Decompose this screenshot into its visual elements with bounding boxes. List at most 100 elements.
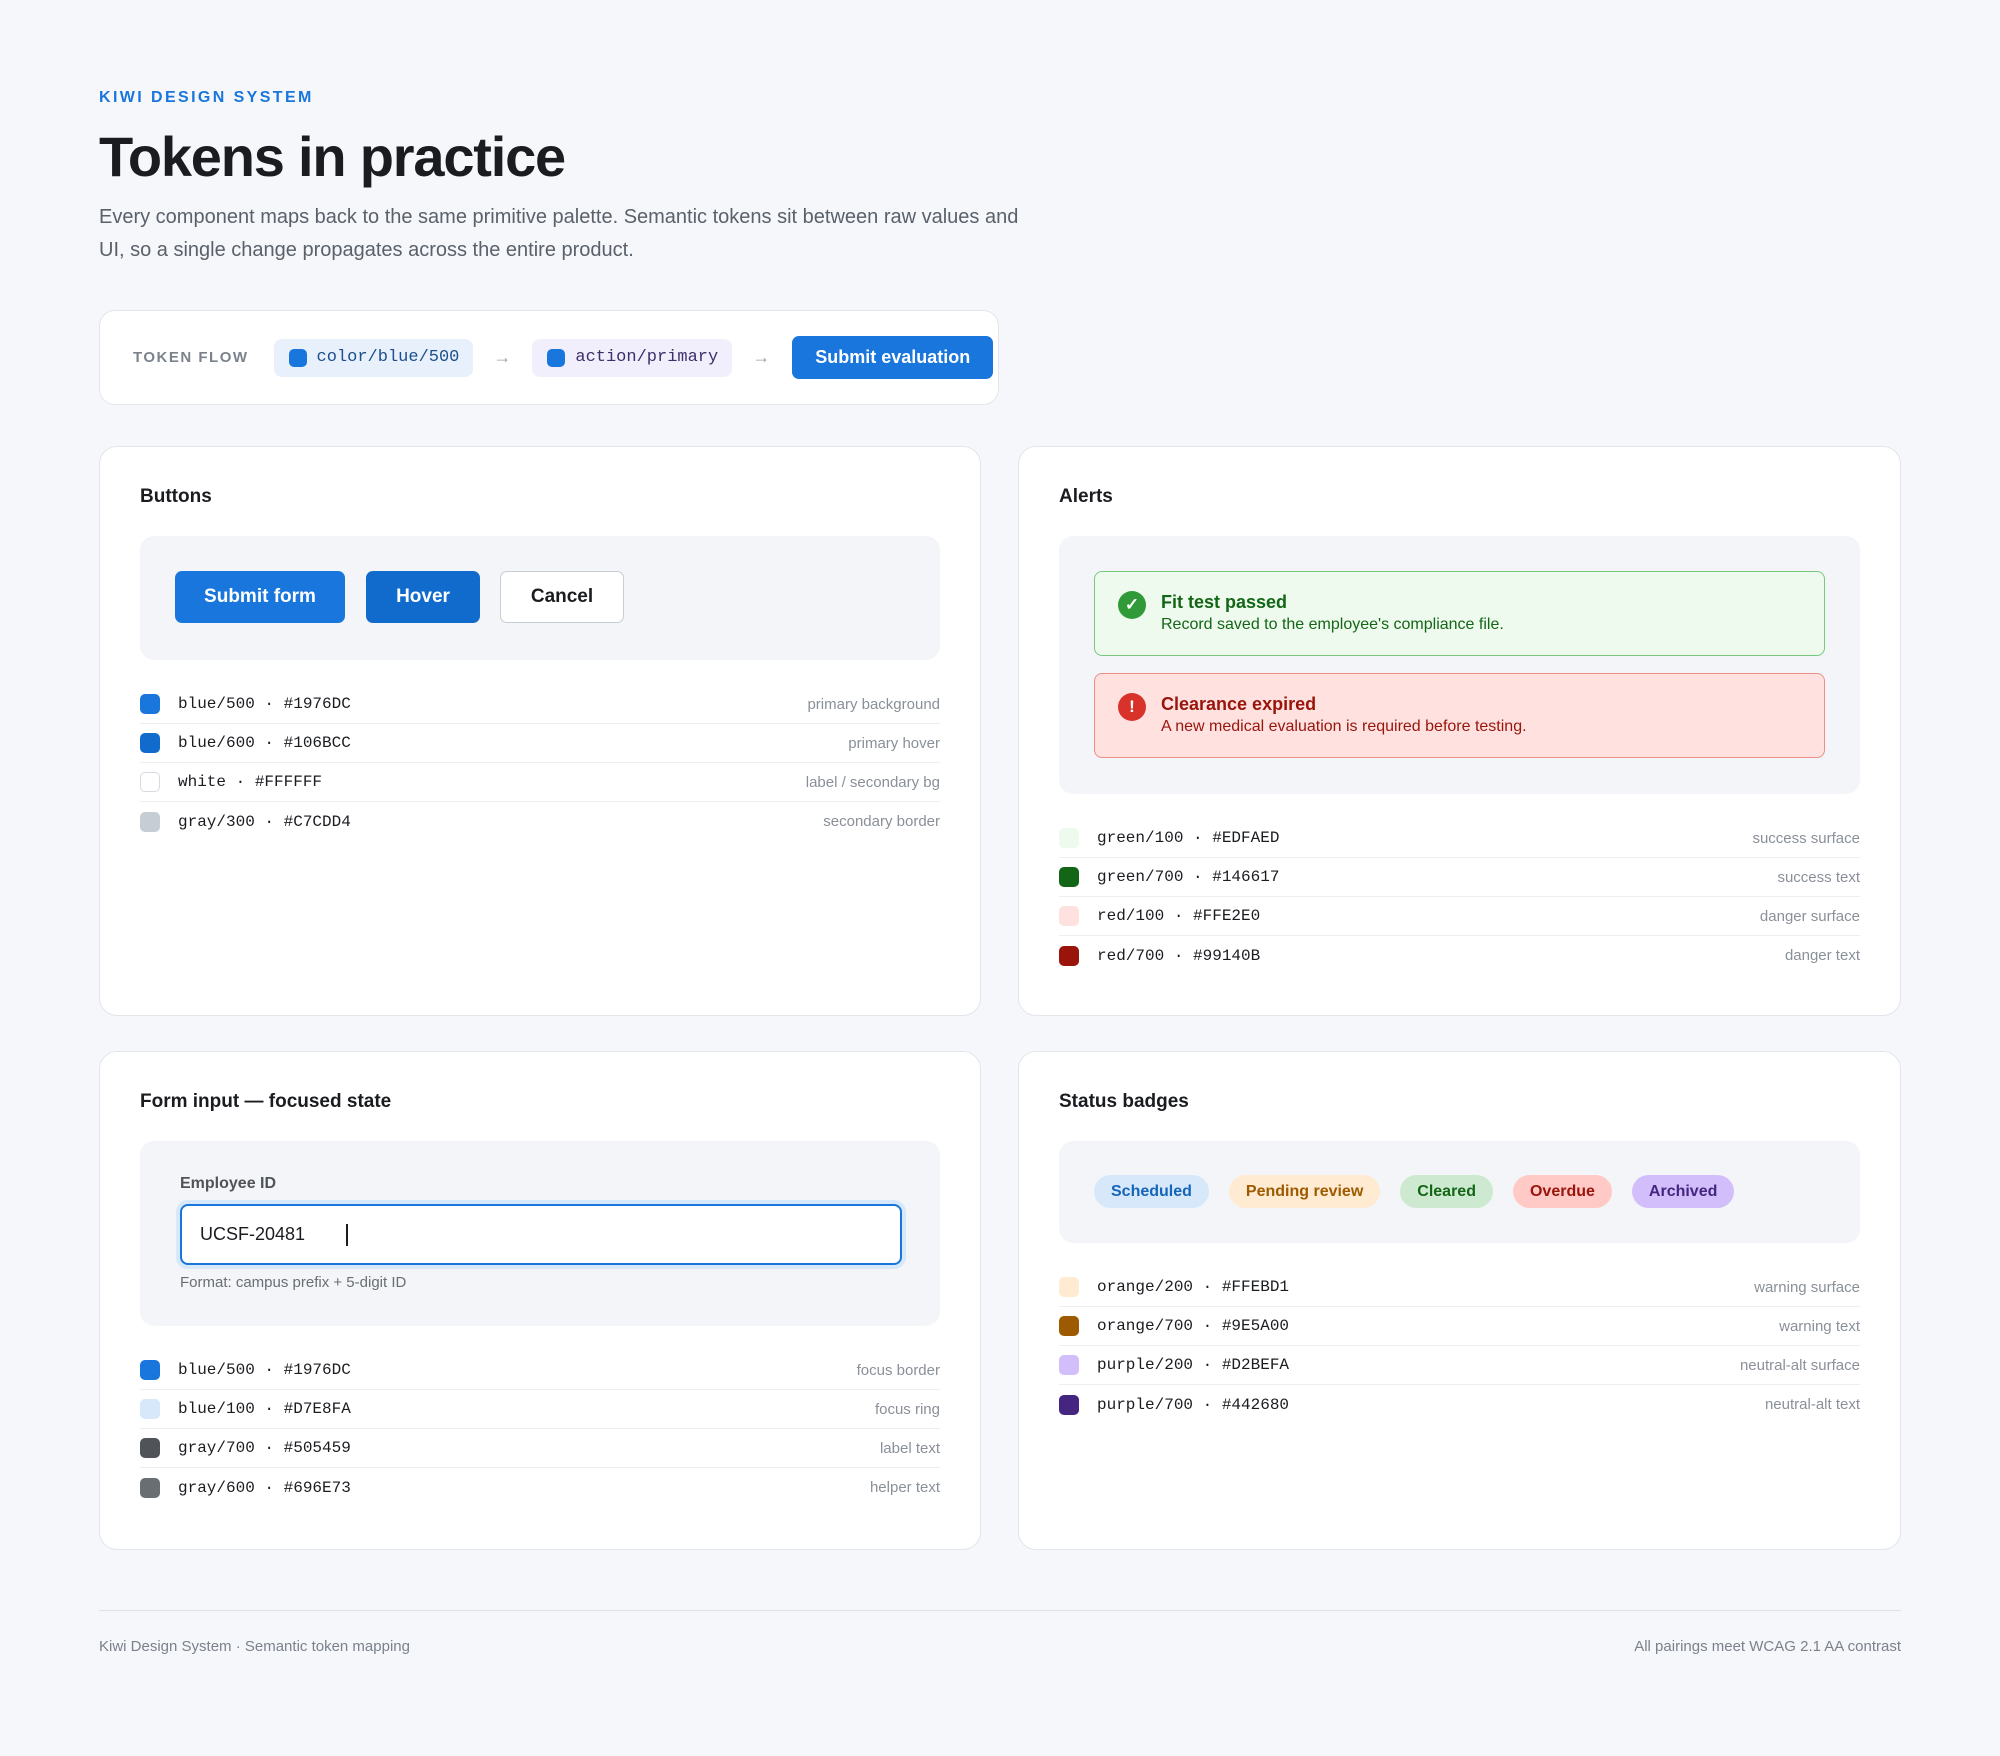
semantic-token-name: action/primary [575,348,719,367]
color-swatch [140,1399,160,1419]
color-swatch [140,811,160,832]
token-name: blue/600 · #106BCC [178,734,351,752]
token-name: red/700 · #99140B [1097,946,1261,965]
hover-state-button[interactable]: Hover [366,571,480,623]
token-row: purple/200 · #D2BEFA neutral-alt surface [1059,1346,1860,1385]
primitive-token-name: color/blue/500 [316,348,460,367]
color-swatch [140,1477,160,1498]
card-title: Buttons [140,486,212,507]
success-alert: ✓ Fit test passed Record saved to the em… [1094,571,1825,656]
token-role: neutral-alt text [1764,1396,1860,1413]
token-name: purple/200 · #D2BEFA [1097,1356,1290,1374]
token-role: focus border [856,1361,940,1379]
token-name: blue/500 · #1976DC [178,1361,351,1379]
color-swatch [1059,1316,1079,1336]
eyebrow: KIWI DESIGN SYSTEM [99,89,314,106]
check-icon: ✓ [1118,591,1146,619]
alert-title: Clearance expired [1161,694,1317,714]
token-name: red/100 · #FFE2E0 [1097,907,1261,925]
token-name: gray/600 · #696E73 [178,1478,351,1497]
token-name: purple/700 · #442680 [1097,1395,1290,1414]
token-row: blue/600 · #106BCC primary hover [140,724,940,763]
text-caret [346,1224,348,1246]
card-title: Alerts [1059,486,1113,507]
footer-right: All pairings meet WCAG 2.1 AA contrast [1634,1638,1901,1655]
color-swatch [1059,906,1079,926]
token-role: label text [879,1439,940,1457]
token-row: blue/100 · #D7E8FA focus ring [140,1390,940,1429]
token-row: orange/700 · #9E5A00 warning text [1059,1307,1860,1346]
token-role: primary background [807,695,940,713]
token-list: orange/200 · #FFEBD1 warning surface orang… [1059,1268,1860,1424]
color-swatch [1059,867,1079,887]
token-row: gray/700 · #505459 label text [140,1429,940,1468]
token-role: success surface [1752,829,1860,847]
token-role: neutral-alt surface [1739,1356,1860,1374]
semantic-token-chip: action/primary [532,338,733,377]
cancel-button[interactable]: Cancel [500,571,624,623]
token-row: orange/200 · #FFEBD1 warning surface [1059,1268,1860,1307]
color-swatch [1059,1277,1079,1297]
token-name: orange/200 · #FFEBD1 [1097,1278,1290,1296]
token-row: blue/500 · #1976DC primary background [140,685,940,724]
token-name: gray/300 · #C7CDD4 [178,812,351,831]
status-badge: Overdue [1512,1175,1612,1208]
token-role: success text [1777,868,1860,886]
form-card: Form input — focused state Employee ID F… [99,1051,981,1550]
color-swatch [1059,1394,1079,1415]
employee-id-label: Employee ID [180,1175,277,1192]
employee-id-input[interactable] [180,1204,902,1265]
token-name: green/100 · #EDFAED [1097,829,1280,847]
page-title: Tokens in practice [99,125,566,188]
token-role: danger text [1784,947,1860,964]
footer-left: Kiwi Design System · Semantic token mapp… [99,1638,410,1655]
color-swatch [140,733,160,753]
alert-body: Record saved to the employee's complianc… [1161,616,1504,633]
token-name: green/700 · #146617 [1097,868,1280,886]
token-role: label / secondary bg [805,773,940,791]
token-role: helper text [869,1479,940,1496]
badges-card: Status badges Scheduled Pending review Cle… [1018,1051,1901,1550]
card-title: Status badges [1059,1091,1189,1112]
status-badge: Archived [1631,1175,1735,1208]
buttons-card: Buttons Submit form Hover Cancel blue/50… [99,446,981,1016]
arrow-right-icon: → [752,347,771,367]
token-row: purple/700 · #442680 neutral-alt text [1059,1385,1860,1424]
color-swatch [140,1438,160,1458]
token-role: primary hover [848,734,940,752]
token-role: secondary border [823,813,940,830]
token-row: green/700 · #146617 success text [1059,858,1860,897]
helper-text: Format: campus prefix + 5-digit ID [180,1274,407,1291]
token-list: green/100 · #EDFAED success surface green/… [1059,819,1860,975]
primitive-token-chip: color/blue/500 [273,338,474,377]
alerts-demo: ✓ Fit test passed Record saved to the em… [1059,536,1860,794]
color-swatch [140,1360,160,1380]
color-swatch-icon [547,348,566,367]
token-flow: TOKEN FLOW color/blue/500 → action/prima… [99,310,999,405]
token-role: focus ring [874,1400,940,1418]
alert-body: A new medical evaluation is required bef… [1161,718,1527,735]
token-name: gray/700 · #505459 [178,1439,351,1457]
token-row: gray/300 · #C7CDD4 secondary border [140,802,940,841]
submit-form-button[interactable]: Submit form [175,571,345,623]
color-swatch-icon [288,348,307,367]
token-role: warning text [1779,1317,1860,1335]
token-role: danger surface [1759,907,1860,925]
token-row: gray/600 · #696E73 helper text [140,1468,940,1507]
badges-demo: Scheduled Pending review Cleared Overdue Arc… [1059,1141,1860,1243]
token-list: blue/500 · #1976DC primary background blue… [140,685,940,841]
status-badge: Pending review [1228,1175,1381,1208]
color-swatch [140,694,160,714]
badge-row: Scheduled Pending review Cleared Overdue Arc… [1094,1175,1754,1208]
token-flow-label: TOKEN FLOW [133,349,249,366]
form-demo: Employee ID Format: campus prefix + 5-di… [140,1141,940,1326]
token-row: green/100 · #EDFAED success surface [1059,819,1860,858]
status-badge: Cleared [1400,1175,1493,1208]
token-name: blue/500 · #1976DC [178,695,351,713]
card-title: Form input — focused state [140,1091,392,1112]
danger-alert: ! Clearance expired A new medical evalua… [1094,673,1825,758]
submit-evaluation-button[interactable]: Submit evaluation [792,336,994,379]
color-swatch [1059,945,1079,966]
alerts-card: Alerts ✓ Fit test passed Record saved to… [1018,446,1901,1016]
token-name: orange/700 · #9E5A00 [1097,1317,1290,1335]
